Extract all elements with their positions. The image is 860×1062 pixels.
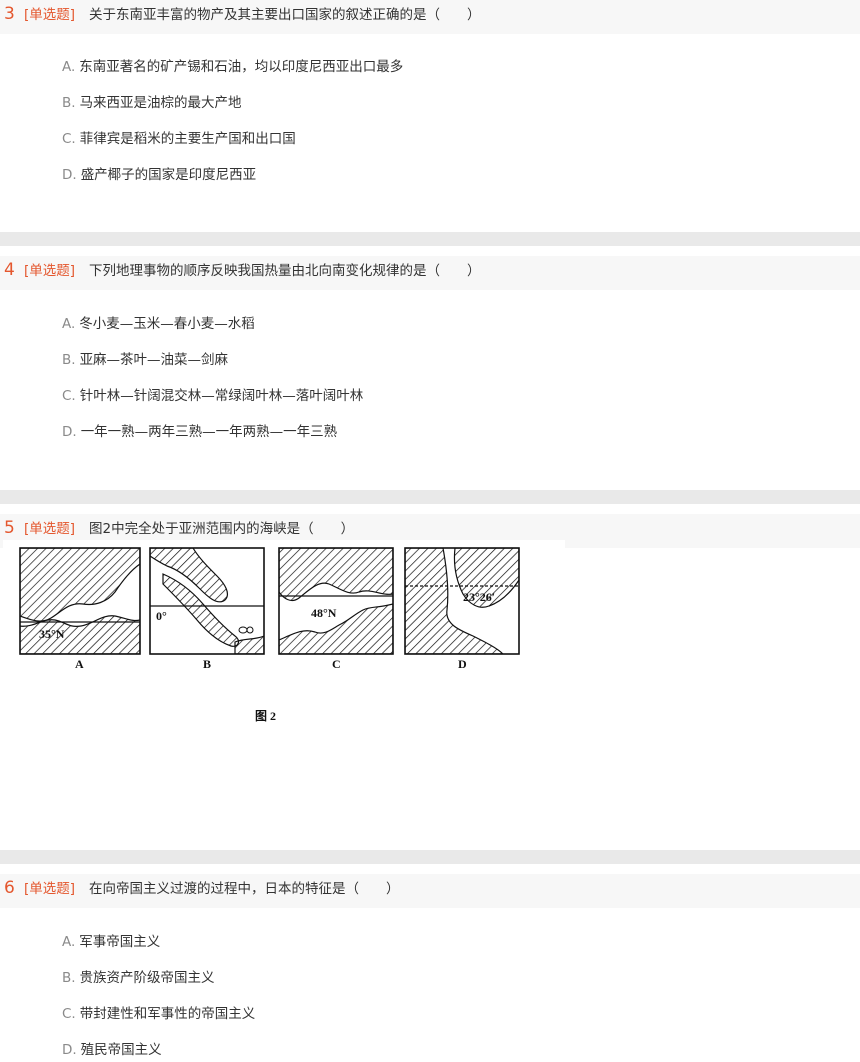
option-letter: C.: [62, 1006, 76, 1022]
strait-maps-figure: 35°N 0° 48°N 23°26′ A B C D 图 2: [3, 540, 565, 730]
question-number: 6: [4, 878, 15, 898]
question-type-badge: [单选题]: [24, 7, 76, 23]
option-text: 针叶林—针阔混交林—常绿阔叶林—落叶阔叶林: [79, 388, 364, 404]
map-b-coord: 0°: [156, 609, 167, 623]
option-text: 殖民帝国主义: [80, 1042, 162, 1058]
question-stem: 下列地理事物的顺序反映我国热量由北向南变化规律的是（ ）: [89, 263, 481, 279]
option-c[interactable]: C. 针叶林—针阔混交林—常绿阔叶林—落叶阔叶林: [62, 387, 363, 405]
map-d-coord: 23°26′: [463, 590, 496, 604]
question-stem: 图2中完全处于亚洲范围内的海峡是（ ）: [89, 521, 355, 537]
option-a[interactable]: A. 东南亚著名的矿产锡和石油，均以印度尼西亚出口最多: [62, 58, 403, 76]
section-divider: [0, 850, 860, 864]
option-text: 贵族资产阶级帝国主义: [79, 970, 215, 986]
question-number: 4: [4, 260, 15, 280]
question-type-badge: [单选题]: [24, 881, 76, 897]
section-divider: [0, 232, 860, 246]
option-letter: D.: [62, 167, 77, 183]
map-a: [19, 547, 141, 655]
option-d[interactable]: D. 一年一熟—两年三熟—一年两熟—一年三熟: [62, 423, 337, 441]
option-letter: B.: [62, 970, 76, 986]
option-text: 菲律宾是稻米的主要生产国和出口国: [79, 131, 296, 147]
option-d[interactable]: D. 盛产椰子的国家是印度尼西亚: [62, 166, 256, 184]
option-letter: C.: [62, 388, 76, 404]
map-d-label: D: [458, 657, 467, 671]
option-letter: A.: [62, 316, 76, 332]
option-letter: D.: [62, 1042, 77, 1058]
option-d[interactable]: D. 殖民帝国主义: [62, 1041, 162, 1059]
option-a[interactable]: A. 军事帝国主义: [62, 933, 160, 951]
map-c: [278, 547, 394, 655]
map-a-label: A: [75, 657, 84, 671]
option-a[interactable]: A. 冬小麦—玉米—春小麦—水稻: [62, 315, 255, 333]
option-text: 马来西亚是油棕的最大产地: [79, 95, 242, 111]
map-c-coord: 48°N: [311, 606, 337, 620]
map-a-coord: 35°N: [39, 627, 65, 641]
question-number: 3: [4, 4, 15, 24]
strait-maps-svg: [19, 547, 520, 655]
question-stem: 在向帝国主义过渡的过程中，日本的特征是（ ）: [89, 881, 400, 897]
section-divider: [0, 490, 860, 504]
question-number: 5: [4, 518, 15, 538]
map-c-label: C: [332, 657, 341, 671]
option-b[interactable]: B. 贵族资产阶级帝国主义: [62, 969, 215, 987]
question-header: 3 [单选题] 关于东南亚丰富的物产及其主要出口国家的叙述正确的是（ ）: [0, 0, 860, 34]
question-stem: 关于东南亚丰富的物产及其主要出口国家的叙述正确的是（ ）: [89, 7, 481, 23]
option-text: 一年一熟—两年三熟—一年两熟—一年三熟: [80, 424, 338, 440]
option-letter: B.: [62, 352, 76, 368]
option-letter: A.: [62, 59, 76, 75]
option-text: 亚麻—茶叶—油菜—剑麻: [79, 352, 229, 368]
question-4: 4 [单选题] 下列地理事物的顺序反映我国热量由北向南变化规律的是（ ） A. 冬…: [0, 256, 860, 490]
option-letter: D.: [62, 424, 77, 440]
figure-caption: 图 2: [255, 709, 277, 723]
question-header: 4 [单选题] 下列地理事物的顺序反映我国热量由北向南变化规律的是（ ）: [0, 256, 860, 290]
question-3: 3 [单选题] 关于东南亚丰富的物产及其主要出口国家的叙述正确的是（ ） A. 东…: [0, 0, 860, 232]
map-b-label: B: [203, 657, 212, 671]
option-c[interactable]: C. 菲律宾是稻米的主要生产国和出口国: [62, 130, 296, 148]
option-text: 带封建性和军事性的帝国主义: [79, 1006, 256, 1022]
option-text: 军事帝国主义: [79, 934, 161, 950]
option-letter: A.: [62, 934, 76, 950]
question-6: 6 [单选题] 在向帝国主义过渡的过程中，日本的特征是（ ） A. 军事帝国主义 …: [0, 874, 860, 1062]
option-letter: B.: [62, 95, 76, 111]
option-text: 东南亚著名的矿产锡和石油，均以印度尼西亚出口最多: [79, 59, 404, 75]
option-b[interactable]: B. 马来西亚是油棕的最大产地: [62, 94, 242, 112]
option-c[interactable]: C. 带封建性和军事性的帝国主义: [62, 1005, 255, 1023]
option-text: 盛产椰子的国家是印度尼西亚: [80, 167, 257, 183]
option-text: 冬小麦—玉米—春小麦—水稻: [79, 316, 255, 332]
map-b: [149, 547, 265, 655]
question-header: 6 [单选题] 在向帝国主义过渡的过程中，日本的特征是（ ）: [0, 874, 860, 908]
map-d: [404, 547, 520, 655]
question-type-badge: [单选题]: [24, 521, 76, 537]
option-b[interactable]: B. 亚麻—茶叶—油菜—剑麻: [62, 351, 228, 369]
question-type-badge: [单选题]: [24, 263, 76, 279]
option-letter: C.: [62, 131, 76, 147]
